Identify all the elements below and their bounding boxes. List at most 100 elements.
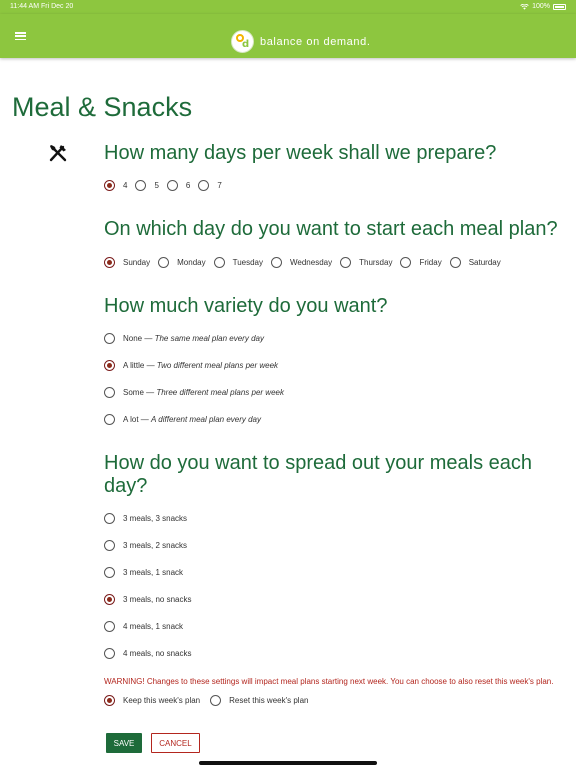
brand[interactable]: d balance on demand. — [231, 30, 371, 53]
radio[interactable] — [449, 257, 461, 268]
home-indicator — [199, 761, 377, 765]
option-label: Keep this week's plan — [123, 696, 201, 705]
radio[interactable] — [104, 621, 115, 632]
page-title: Meal & Snacks — [12, 92, 193, 122]
start-day-monday[interactable]: Monday — [158, 257, 206, 268]
spread-option[interactable]: 3 meals, no snacks — [104, 594, 191, 605]
radio[interactable] — [104, 414, 115, 425]
option-label: Saturday — [468, 258, 501, 267]
option-label: Wednesday — [290, 258, 333, 267]
days-option-5[interactable]: 5 — [135, 180, 159, 191]
spread-option-3m3s[interactable]: 3 meals, 3 snacks — [104, 513, 187, 524]
days-option-4[interactable]: 4 — [104, 180, 127, 191]
radio-selected[interactable] — [104, 257, 115, 268]
radio-selected[interactable] — [104, 180, 115, 191]
status-time: 11:44 AM Fri Dec 20 — [10, 3, 74, 10]
days-question: How many days per week shall we prepare? — [104, 142, 497, 164]
option-description: A different meal plan every day — [151, 415, 261, 424]
spread-option[interactable]: 3 meals, 3 snacks — [104, 513, 187, 524]
save-button[interactable]: SAVE — [106, 733, 142, 753]
variety-option[interactable]: Some — Three different meal plans per we… — [104, 387, 284, 398]
days-option-7[interactable]: 7 — [198, 180, 222, 191]
battery-percent: 100% — [532, 3, 550, 10]
option-title: Some — — [123, 388, 157, 397]
keep-plan-option[interactable]: Keep this week's plan — [104, 695, 200, 706]
option-label: Thursday — [359, 258, 393, 267]
warning-message: WARNING! Changes to these settings will … — [104, 677, 554, 686]
radio[interactable] — [104, 513, 115, 524]
radio[interactable] — [166, 180, 178, 191]
option-description: The same meal plan every day — [154, 334, 264, 343]
option-label: 7 — [217, 181, 222, 190]
spread-option[interactable]: 3 meals, 2 snacks — [104, 540, 187, 551]
radio[interactable] — [104, 540, 115, 551]
variety-option-a-little[interactable]: A little — Two different meal plans per … — [104, 360, 278, 371]
wifi-icon — [520, 3, 529, 10]
variety-option-a-lot[interactable]: A lot — A different meal plan every day — [104, 414, 261, 425]
radio[interactable] — [271, 257, 282, 268]
fork-knife-icon — [49, 145, 67, 162]
option-label: Friday — [419, 258, 442, 267]
spread-option[interactable]: 4 meals, no snacks — [104, 648, 191, 659]
radio[interactable] — [158, 257, 170, 268]
spread-option-4m0s[interactable]: 4 meals, no snacks — [104, 648, 191, 659]
menu-icon[interactable] — [15, 32, 26, 41]
start-day-question: On which day do you want to start each m… — [104, 218, 558, 240]
brand-name: balance on demand. — [260, 35, 371, 48]
option-label: 4 — [123, 181, 128, 190]
start-day-tuesday[interactable]: Tuesday — [213, 257, 263, 268]
radio[interactable] — [210, 695, 222, 706]
variety-option[interactable]: None — The same meal plan every day — [104, 333, 264, 344]
option-label: 6 — [185, 181, 191, 190]
radio-selected[interactable] — [104, 360, 115, 371]
option-label: A little — Two different meal plans per … — [123, 361, 278, 370]
spread-option-3m0s[interactable]: 3 meals, no snacks — [104, 594, 191, 605]
option-description: Three different meal plans per week — [156, 388, 284, 397]
start-day-wednesday[interactable]: Wednesday — [271, 257, 332, 268]
radio[interactable] — [104, 333, 115, 344]
radio-selected[interactable] — [104, 695, 115, 706]
option-label: 3 meals, 3 snacks — [123, 514, 188, 523]
spread-option[interactable]: 3 meals, 1 snack — [104, 567, 183, 578]
option-label: Sunday — [123, 258, 151, 267]
logo-icon: d — [231, 30, 254, 53]
spread-option[interactable]: 4 meals, 1 snack — [104, 621, 183, 632]
spread-option-3m1s[interactable]: 3 meals, 1 snack — [104, 567, 183, 578]
app-header: d balance on demand. — [0, 14, 576, 58]
option-label: Tuesday — [232, 258, 263, 267]
variety-option-none[interactable]: None — The same meal plan every day — [104, 333, 264, 344]
option-description: Two different meal plans per week — [156, 361, 279, 370]
radio[interactable] — [135, 180, 147, 191]
variety-question: How much variety do you want? — [104, 295, 388, 317]
start-day-thursday[interactable]: Thursday — [340, 257, 392, 268]
status-right: 100% — [520, 3, 566, 10]
radio[interactable] — [104, 567, 115, 578]
radio[interactable] — [104, 387, 115, 398]
radio-selected[interactable] — [104, 594, 115, 605]
spread-option-4m1s[interactable]: 4 meals, 1 snack — [104, 621, 183, 632]
option-label: 3 meals, 2 snacks — [123, 541, 188, 550]
radio[interactable] — [198, 180, 210, 191]
cancel-button[interactable]: CANCEL — [151, 733, 200, 753]
variety-option-some[interactable]: Some — Three different meal plans per we… — [104, 387, 284, 398]
start-day-saturday[interactable]: Saturday — [449, 257, 501, 268]
days-option-6[interactable]: 6 — [166, 180, 191, 191]
option-label: 3 meals, 1 snack — [123, 568, 184, 577]
start-day-friday[interactable]: Friday — [400, 257, 442, 268]
reset-plan-option[interactable]: Reset this week's plan — [210, 695, 308, 706]
radio[interactable] — [213, 257, 225, 268]
option-title: A little — — [123, 361, 157, 370]
option-label: 5 — [154, 181, 159, 190]
start-day-options: Sunday Monday Tuesday Wednesday Thursday… — [104, 257, 501, 268]
radio[interactable] — [340, 257, 352, 268]
option-label: Some — Three different meal plans per we… — [123, 388, 284, 397]
option-title: None — — [123, 334, 155, 343]
variety-option[interactable]: A little — Two different meal plans per … — [104, 360, 278, 371]
spread-option-3m2s[interactable]: 3 meals, 2 snacks — [104, 540, 187, 551]
radio[interactable] — [104, 648, 115, 659]
option-label: 4 meals, 1 snack — [123, 622, 184, 631]
radio[interactable] — [400, 257, 412, 268]
variety-option[interactable]: A lot — A different meal plan every day — [104, 414, 261, 425]
option-label: A lot — A different meal plan every day — [123, 415, 261, 424]
start-day-sunday[interactable]: Sunday — [104, 257, 150, 268]
